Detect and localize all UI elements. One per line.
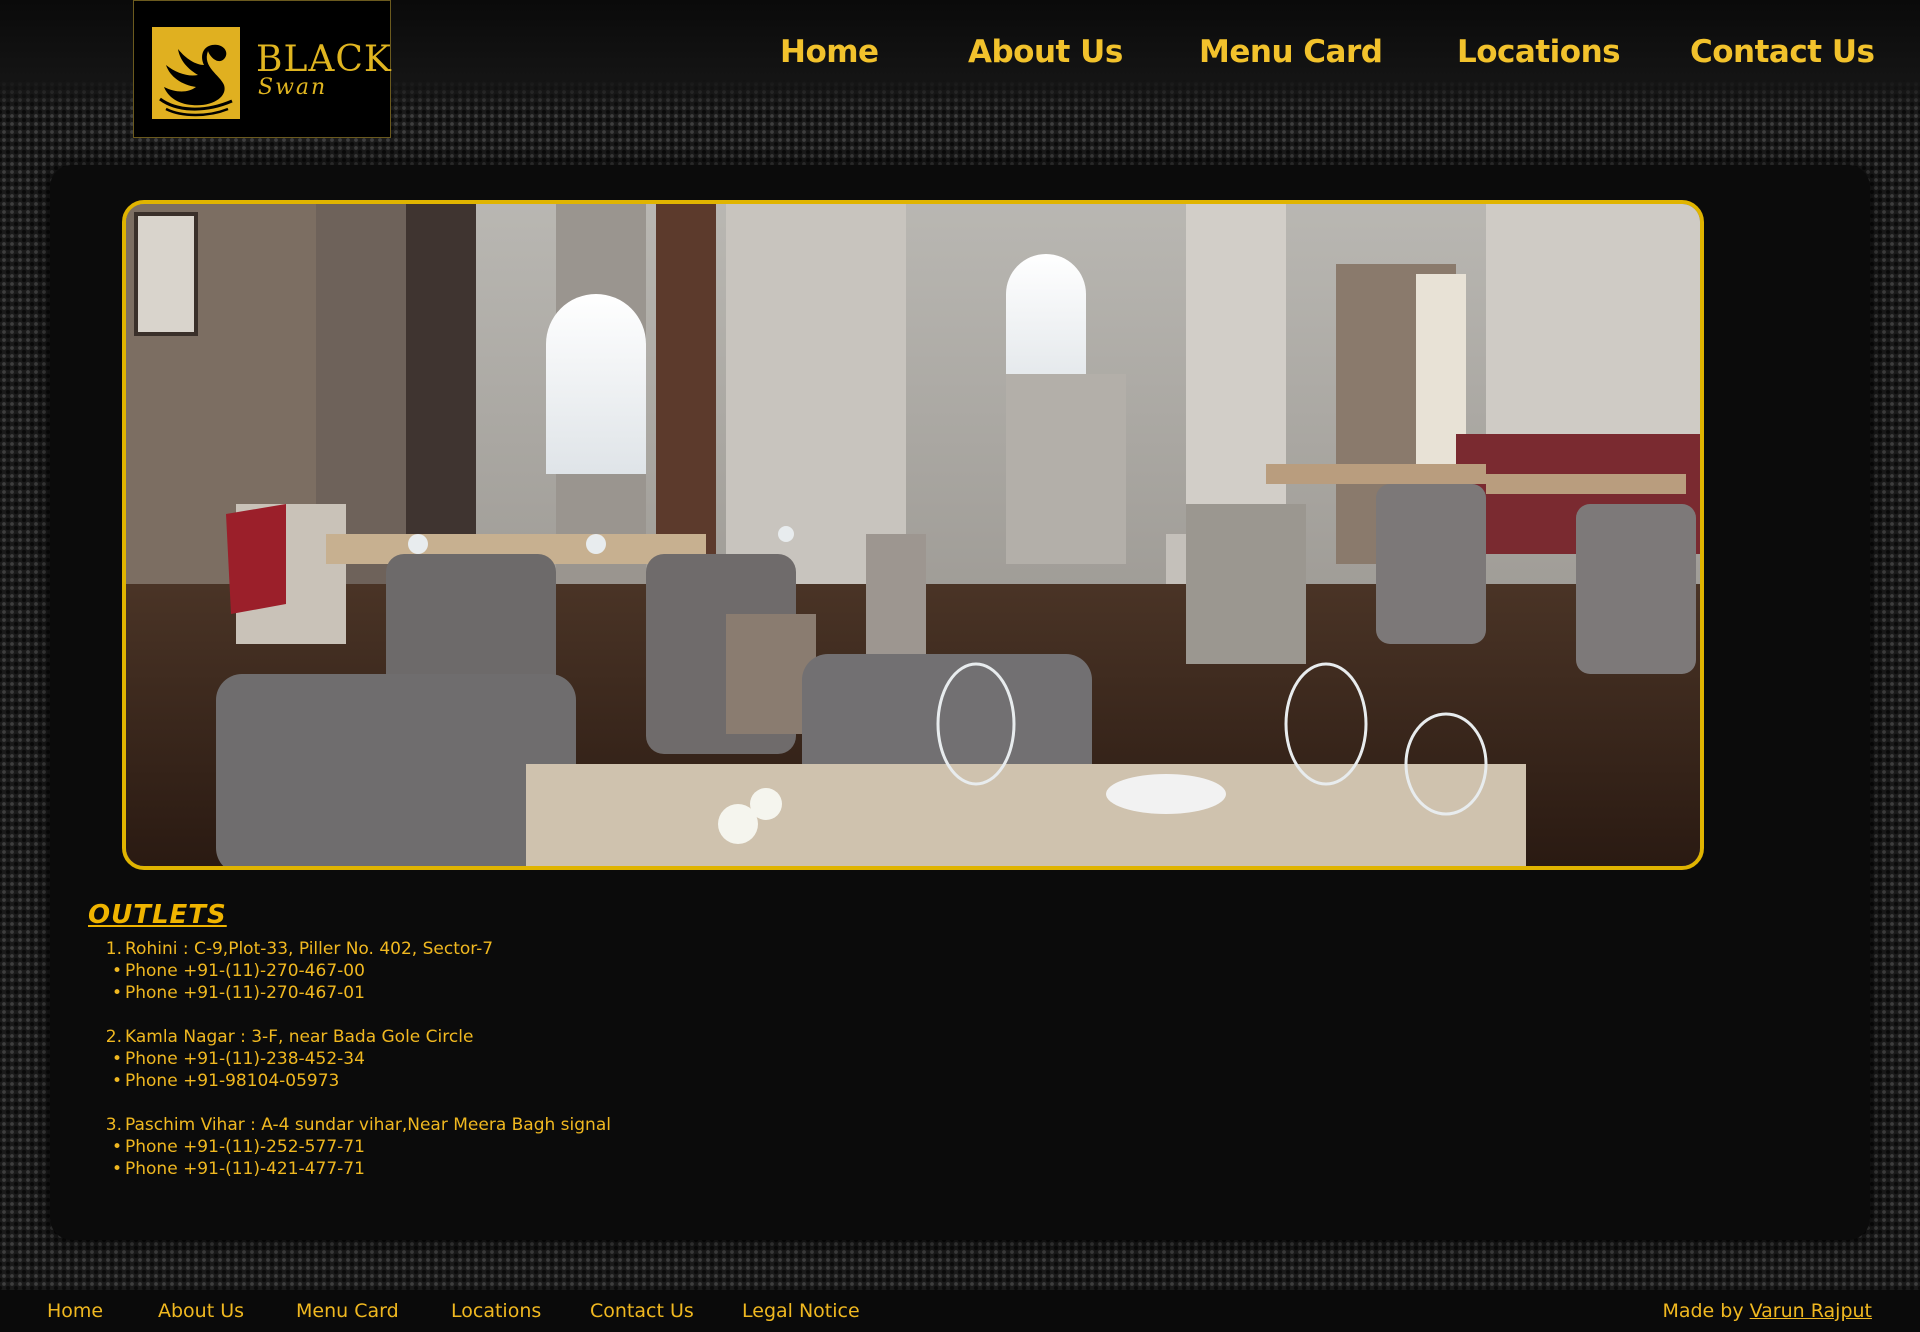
outlet-phone-text: Phone +91-(11)-238-452-34 xyxy=(125,1049,365,1069)
hero-image xyxy=(122,200,1704,870)
outlet-phone: • Phone +91-(11)-421-477-71 xyxy=(104,1158,1004,1180)
footer-link-home[interactable]: Home xyxy=(47,1300,103,1322)
outlet-address-text: Kamla Nagar : 3-F, near Bada Gole Circle xyxy=(125,1027,474,1047)
credit-author-link[interactable]: Varun Rajput xyxy=(1750,1300,1872,1322)
outlet-address: 3. Paschim Vihar : A-4 sundar vihar,Near… xyxy=(104,1114,1004,1136)
outlet-address: 2. Kamla Nagar : 3-F, near Bada Gole Cir… xyxy=(104,1026,1004,1048)
outlet-address-text: Rohini : C-9,Plot-33, Piller No. 402, Se… xyxy=(125,939,494,959)
footer-link-locations[interactable]: Locations xyxy=(451,1300,541,1322)
nav-locations[interactable]: Locations xyxy=(1457,34,1621,70)
footer-credit: Made by Varun Rajput xyxy=(1662,1300,1872,1322)
outlet-phone: • Phone +91-(11)-238-452-34 xyxy=(104,1048,1004,1070)
bullet-icon: • xyxy=(111,983,122,1003)
outlet-address-text: Paschim Vihar : A-4 sundar vihar,Near Me… xyxy=(125,1115,611,1135)
site-footer: Home About Us Menu Card Locations Contac… xyxy=(0,1290,1920,1332)
site-header: BLACK Swan Home About Us Menu Card Locat… xyxy=(0,0,1920,138)
footer-link-contact-us[interactable]: Contact Us xyxy=(590,1300,694,1322)
bullet-icon: • xyxy=(111,961,122,981)
nav-about-us[interactable]: About Us xyxy=(968,34,1123,70)
swan-icon xyxy=(152,27,240,119)
brand-script: Swan xyxy=(258,75,328,100)
outlet-phone-text: Phone +91-(11)-270-467-00 xyxy=(125,961,365,981)
outlet-phone: • Phone +91-(11)-252-577-71 xyxy=(104,1136,1004,1158)
outlet-number: 1. xyxy=(105,939,122,959)
nav-home[interactable]: Home xyxy=(780,34,879,70)
footer-link-legal-notice[interactable]: Legal Notice xyxy=(742,1300,860,1322)
outlet-phone-text: Phone +91-(11)-252-577-71 xyxy=(125,1137,365,1157)
outlet-number: 3. xyxy=(105,1115,122,1135)
outlets-heading: OUTLETS xyxy=(88,900,227,930)
credit-prefix: Made by xyxy=(1662,1300,1744,1322)
bullet-icon: • xyxy=(111,1049,122,1069)
outlets-list: 1. Rohini : C-9,Plot-33, Piller No. 402,… xyxy=(104,938,1004,1180)
outlet-phone: • Phone +91-(11)-270-467-00 xyxy=(104,960,1004,982)
nav-contact-us[interactable]: Contact Us xyxy=(1690,34,1875,70)
outlet-phone-text: Phone +91-98104-05973 xyxy=(125,1071,340,1091)
bullet-icon: • xyxy=(111,1071,122,1091)
outlet-address: 1. Rohini : C-9,Plot-33, Piller No. 402,… xyxy=(104,938,1004,960)
outlet-number: 2. xyxy=(105,1027,122,1047)
bullet-icon: • xyxy=(111,1159,122,1179)
brand-logo[interactable]: BLACK Swan xyxy=(133,0,391,138)
outlet-phone-text: Phone +91-(11)-421-477-71 xyxy=(125,1159,365,1179)
restaurant-interior-photo xyxy=(126,204,1700,866)
outlet-phone: • Phone +91-(11)-270-467-01 xyxy=(104,982,1004,1004)
outlet-phone-text: Phone +91-(11)-270-467-01 xyxy=(125,983,365,1003)
footer-link-about-us[interactable]: About Us xyxy=(158,1300,244,1322)
nav-menu-card[interactable]: Menu Card xyxy=(1199,34,1383,70)
footer-link-menu-card[interactable]: Menu Card xyxy=(296,1300,399,1322)
outlet-phone: • Phone +91-98104-05973 xyxy=(104,1070,1004,1092)
brand-name: BLACK xyxy=(256,39,392,80)
bullet-icon: • xyxy=(111,1137,122,1157)
